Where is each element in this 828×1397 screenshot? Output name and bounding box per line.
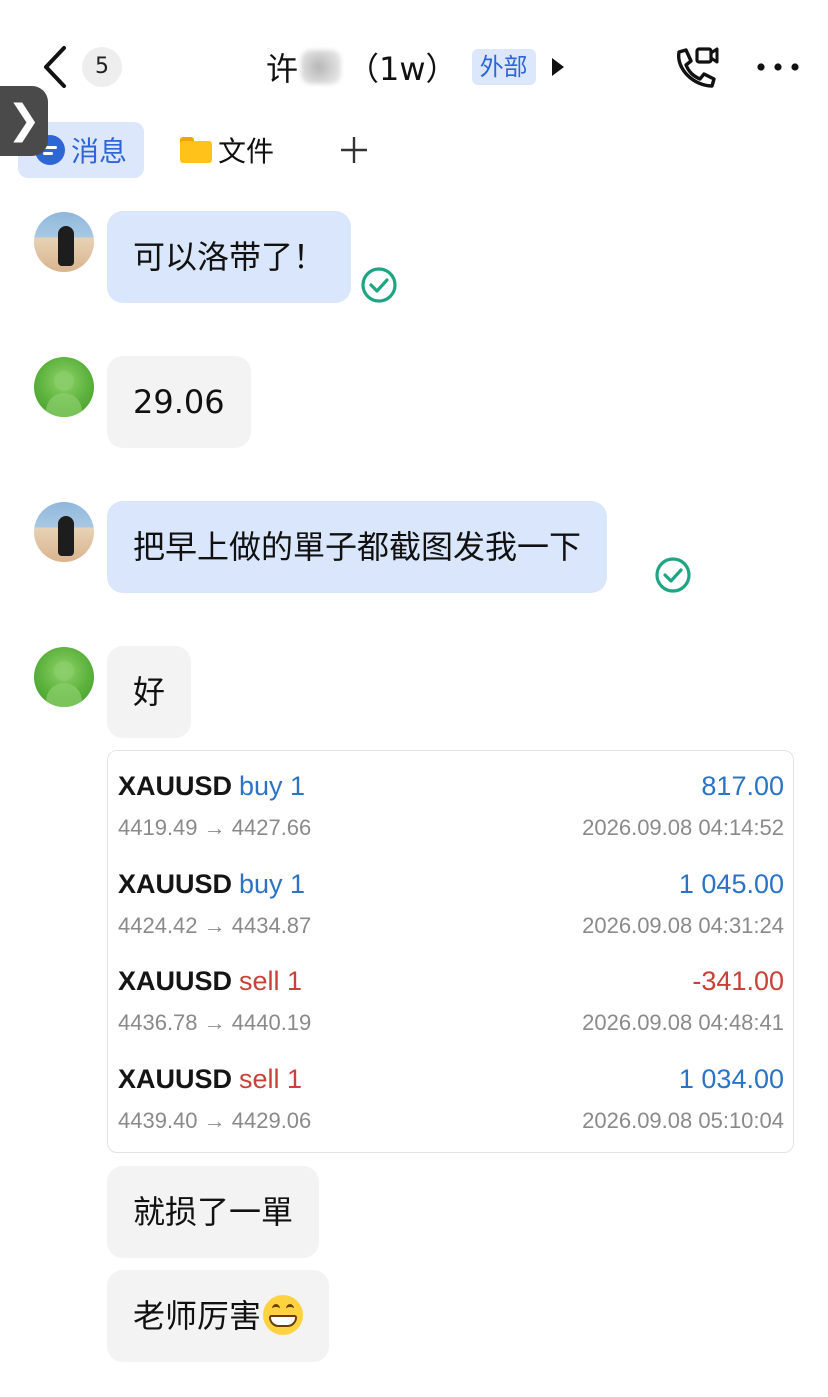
trade-symbol: XAUUSD sell 1	[118, 966, 303, 996]
my-avatar[interactable]	[34, 212, 94, 272]
trade-direction: buy 1	[239, 869, 306, 899]
external-badge: 外部	[471, 49, 536, 85]
trade-time: 2026.09.08 04:31:24	[582, 913, 784, 938]
trade-profit: -341.00	[692, 966, 784, 996]
tab-files-label: 文件	[218, 135, 275, 168]
caret-right-icon	[551, 58, 564, 76]
trade-direction: sell 1	[239, 1064, 303, 1094]
trade-profit: 1 034.00	[678, 1064, 784, 1094]
chat-header: 5 许 （1w） 外部	[0, 0, 828, 130]
member-count: （1w）	[347, 50, 458, 88]
contact-avatar[interactable]	[34, 357, 94, 417]
trade-symbol: XAUUSD buy 1	[118, 771, 306, 801]
trade-symbol: XAUUSD buy 1	[118, 869, 306, 899]
trade-prices: 4439.40 → 4429.06	[118, 1108, 312, 1133]
trade-row: XAUUSD buy 1 817.00 4419.49 → 4427.66 202…	[118, 751, 784, 849]
trade-symbol: XAUUSD sell 1	[118, 1064, 303, 1094]
message-bubble[interactable]: 就损了一單	[107, 1166, 320, 1258]
message-bubble[interactable]: 好	[107, 646, 192, 738]
chevron-left-icon	[44, 46, 66, 88]
trade-prices: 4419.49 → 4427.66	[118, 815, 312, 840]
plus-icon	[341, 137, 367, 163]
call-button[interactable]	[670, 44, 720, 90]
trade-row: XAUUSD sell 1 -341.00 4436.78 → 4440.19 2…	[118, 946, 784, 1044]
trade-direction: buy 1	[239, 771, 306, 801]
message-text: 老师厉害	[133, 1297, 262, 1335]
trade-time: 2026.09.08 04:14:52	[582, 815, 784, 840]
trade-prices: 4424.42 → 4434.87	[118, 913, 312, 938]
unread-count-badge: 5	[82, 47, 122, 87]
phone-video-icon	[677, 47, 719, 88]
back-button[interactable]	[38, 44, 74, 90]
my-avatar[interactable]	[34, 502, 94, 562]
message-bubble[interactable]: 把早上做的單子都截图发我一下	[107, 501, 608, 593]
trade-time: 2026.09.08 04:48:41	[582, 1010, 784, 1035]
trade-time: 2026.09.08 05:10:04	[582, 1108, 784, 1133]
message-bubble[interactable]: 29.06	[107, 356, 251, 448]
trade-row: XAUUSD sell 1 1 034.00 4439.40 → 4429.06 …	[118, 1044, 784, 1142]
trade-row: XAUUSD buy 1 1 045.00 4424.42 → 4434.87 2…	[118, 849, 784, 947]
grinning-face-icon	[263, 1295, 304, 1335]
side-panel-handle[interactable]: ❯	[0, 86, 48, 156]
check-circle-icon	[655, 557, 691, 593]
contact-name: 许	[266, 50, 300, 88]
trade-history-image[interactable]: XAUUSD buy 1 817.00 4419.49 → 4427.66 202…	[107, 750, 794, 1153]
contact-avatar[interactable]	[34, 647, 94, 707]
add-tab-button[interactable]	[338, 122, 372, 178]
chat-title[interactable]: 许 （1w） 外部	[266, 44, 566, 90]
trade-profit: 817.00	[701, 771, 784, 801]
tab-messages-label: 消息	[70, 135, 127, 168]
trade-profit: 1 045.00	[678, 869, 784, 899]
more-horizontal-icon	[757, 63, 799, 71]
more-button[interactable]	[754, 52, 802, 82]
blurred-name	[301, 50, 342, 84]
message-bubble[interactable]: 老师厉害	[107, 1270, 330, 1362]
message-bubble[interactable]: 可以洛带了！	[107, 211, 352, 303]
tab-files[interactable]: 文件	[180, 122, 274, 178]
trade-prices: 4436.78 → 4440.19	[118, 1010, 312, 1035]
folder-icon	[180, 137, 212, 163]
trade-direction: sell 1	[239, 966, 303, 996]
check-circle-icon	[361, 267, 397, 303]
